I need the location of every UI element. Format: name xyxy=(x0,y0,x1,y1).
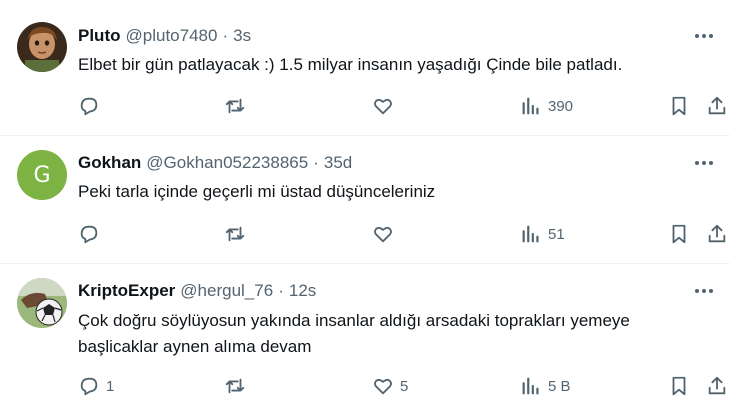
author-name[interactable]: KriptoExper xyxy=(78,281,175,301)
more-icon[interactable] xyxy=(692,151,716,175)
avatar-image xyxy=(17,22,67,72)
tweet-actions: 51 xyxy=(76,221,726,247)
views-button[interactable]: 5 B xyxy=(520,373,571,399)
avatar[interactable]: G xyxy=(17,150,67,200)
like-icon xyxy=(374,98,392,115)
views-icon xyxy=(522,97,539,115)
tweet-text: Peki tarla içinde geçerli mi üstad düşün… xyxy=(78,179,718,205)
more-icon[interactable] xyxy=(692,24,716,48)
tweet-header: Gokhan @Gokhan052238865 · 35d xyxy=(78,151,352,175)
reply-button[interactable]: 1 xyxy=(78,373,114,399)
timestamp[interactable]: 35d xyxy=(324,153,352,173)
tweet-text: Elbet bir gün patlayacak :) 1.5 milyar i… xyxy=(78,52,718,78)
like-icon xyxy=(374,378,392,395)
tweet-header: Pluto @pluto7480 · 3s xyxy=(78,24,251,48)
retweet-button[interactable] xyxy=(224,93,252,119)
bookmark-icon xyxy=(672,376,686,396)
tweet[interactable]: KriptoExper @hergul_76 · 12s Çok doğru s… xyxy=(0,264,730,420)
like-button[interactable] xyxy=(372,221,400,247)
like-count: 5 xyxy=(400,377,409,395)
tweet-header: KriptoExper @hergul_76 · 12s xyxy=(78,279,316,303)
author-name[interactable]: Pluto xyxy=(78,26,121,46)
timestamp[interactable]: 12s xyxy=(289,281,316,301)
retweet-icon xyxy=(225,98,245,114)
timestamp[interactable]: 3s xyxy=(233,26,251,46)
views-icon xyxy=(522,377,539,395)
tweet-text-line: Elbet bir gün patlayacak :) 1.5 milyar i… xyxy=(78,55,623,74)
separator-dot: · xyxy=(313,153,319,172)
share-button[interactable] xyxy=(706,373,728,399)
bookmark-button[interactable] xyxy=(668,221,690,247)
tweet-actions: 390 xyxy=(76,93,726,119)
share-icon xyxy=(708,96,726,115)
reply-icon xyxy=(80,377,98,396)
author-handle[interactable]: @Gokhan052238865 xyxy=(146,153,308,173)
tweet[interactable]: Pluto @pluto7480 · 3s Elbet bir gün patl… xyxy=(0,0,730,136)
share-button[interactable] xyxy=(706,93,728,119)
retweet-icon xyxy=(225,378,245,394)
reply-button[interactable] xyxy=(78,93,106,119)
views-icon xyxy=(522,225,539,243)
avatar[interactable] xyxy=(17,278,67,328)
tweet-text-line: başlicaklar aynen alıma devam xyxy=(78,337,312,356)
tweet-actions: 1 5 5 B xyxy=(76,373,726,399)
author-name[interactable]: Gokhan xyxy=(78,153,141,173)
like-button[interactable]: 5 xyxy=(372,373,408,399)
views-count: 51 xyxy=(548,225,565,243)
separator-dot: · xyxy=(222,26,229,45)
bookmark-icon xyxy=(672,96,686,116)
tweet-text-line: Peki tarla içinde geçerli mi üstad düşün… xyxy=(78,182,436,201)
views-count: 5 B xyxy=(548,377,571,395)
views-button[interactable]: 51 xyxy=(520,221,565,247)
author-handle[interactable]: @hergul_76 xyxy=(180,281,273,301)
reply-icon xyxy=(80,97,98,116)
retweet-icon xyxy=(225,226,245,242)
reply-icon xyxy=(80,225,98,244)
views-button[interactable]: 390 xyxy=(520,93,573,119)
author-handle[interactable]: @pluto7480 xyxy=(126,26,218,46)
avatar-image xyxy=(17,278,67,328)
share-icon xyxy=(708,224,726,243)
bookmark-button[interactable] xyxy=(668,93,690,119)
avatar-letter: G xyxy=(33,162,51,188)
bookmark-button[interactable] xyxy=(668,373,690,399)
views-count: 390 xyxy=(548,97,574,115)
more-icon[interactable] xyxy=(692,279,716,303)
share-icon xyxy=(708,376,726,395)
reply-count: 1 xyxy=(106,377,115,395)
retweet-button[interactable] xyxy=(224,373,252,399)
reply-button[interactable] xyxy=(78,221,106,247)
bookmark-icon xyxy=(672,224,686,244)
separator-dot: · xyxy=(278,281,284,300)
like-button[interactable] xyxy=(372,93,400,119)
share-button[interactable] xyxy=(706,221,728,247)
tweet[interactable]: G Gokhan @Gokhan052238865 · 35d Peki tar… xyxy=(0,136,730,264)
avatar[interactable] xyxy=(17,22,67,72)
retweet-button[interactable] xyxy=(224,221,252,247)
tweet-text-line: Çok doğru söylüyosun yakında insanlar al… xyxy=(78,311,630,330)
like-icon xyxy=(374,226,392,243)
tweet-text: Çok doğru söylüyosun yakında insanlar al… xyxy=(78,308,718,360)
